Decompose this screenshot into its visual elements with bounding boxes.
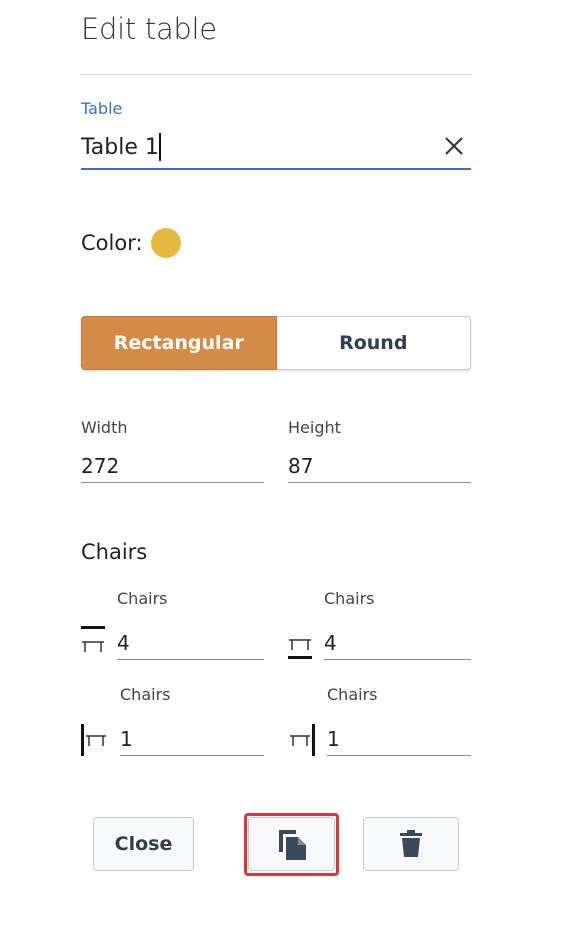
table-name-label: Table: [81, 99, 123, 118]
height-input[interactable]: [288, 449, 471, 483]
chairs-left-input[interactable]: [120, 722, 264, 756]
chair-right-icon: [290, 724, 315, 756]
text-caret: [159, 133, 161, 161]
table-name-input[interactable]: [81, 128, 421, 166]
delete-button[interactable]: [363, 817, 459, 871]
color-label: Color:: [81, 231, 143, 255]
title-divider: [81, 74, 471, 75]
height-field: Height: [288, 418, 471, 483]
chairs-top-label: Chairs: [117, 589, 168, 608]
shape-rectangular-button[interactable]: Rectangular: [81, 316, 277, 370]
duplicate-icon: [278, 830, 306, 860]
chairs-left-label: Chairs: [120, 685, 171, 704]
width-label: Width: [81, 418, 128, 437]
page-title: Edit table: [81, 12, 217, 46]
clear-name-button[interactable]: [443, 135, 465, 157]
chairs-right-input[interactable]: [327, 722, 471, 756]
chairs-heading: Chairs: [81, 540, 148, 564]
chairs-top-input[interactable]: [117, 626, 264, 660]
shape-round-button[interactable]: Round: [276, 316, 471, 370]
width-input[interactable]: [81, 449, 264, 483]
chairs-bottom-input[interactable]: [324, 626, 471, 660]
close-button-label: Close: [114, 833, 173, 855]
shape-toggle: Rectangular Round: [81, 316, 471, 370]
edit-table-panel: Edit table Table Color: Rectangular Roun…: [0, 0, 575, 930]
close-icon: [445, 137, 463, 155]
trash-icon: [400, 830, 422, 857]
table-name-field: [81, 128, 471, 170]
chair-bottom-icon: [288, 639, 312, 659]
close-button[interactable]: Close: [93, 817, 194, 871]
duplicate-button[interactable]: [248, 817, 335, 871]
height-label: Height: [288, 418, 341, 437]
chairs-bottom-label: Chairs: [324, 589, 375, 608]
color-swatch[interactable]: [150, 228, 181, 258]
width-field: Width: [81, 418, 264, 483]
chairs-right-label: Chairs: [327, 685, 378, 704]
color-row: Color:: [81, 228, 181, 258]
chair-top-icon: [81, 626, 105, 652]
chair-left-icon: [81, 724, 106, 756]
